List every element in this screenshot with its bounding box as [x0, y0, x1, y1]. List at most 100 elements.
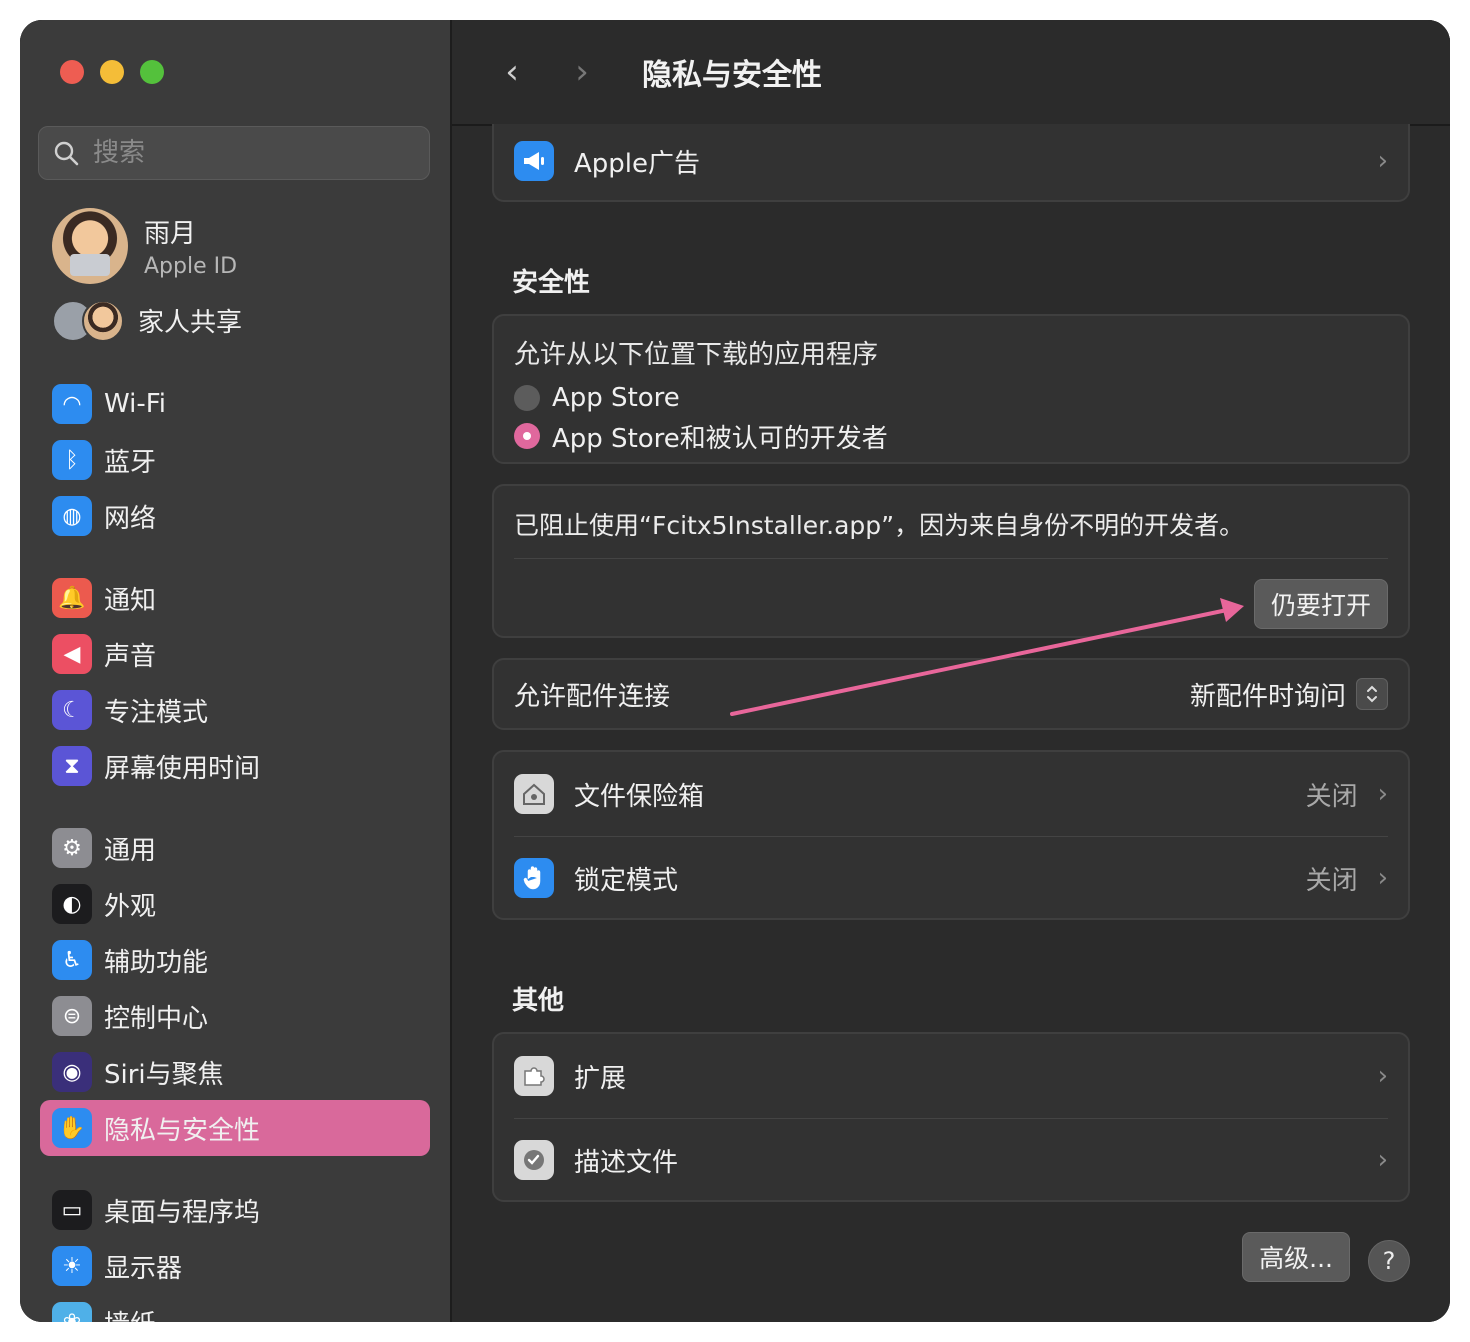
- sidebar-item-label: 声音: [104, 641, 157, 672]
- sidebar-item-label: 墙纸: [104, 1304, 156, 1323]
- hourglass-icon: ⧗: [52, 746, 92, 786]
- accessory-card: 允许配件连接 新配件时询问: [492, 658, 1410, 730]
- sidebar-item-label: 外观: [104, 891, 157, 922]
- moon-icon: ☾: [52, 690, 92, 730]
- house-lock-icon: [514, 774, 554, 814]
- search-input[interactable]: [91, 137, 395, 169]
- radio-button[interactable]: [514, 385, 540, 411]
- zoom-button[interactable]: [140, 60, 164, 84]
- sidebar-item-label: 隐私与安全性: [104, 1115, 261, 1146]
- radio-app-store-identified[interactable]: App Store和被认可的开发者: [514, 417, 1388, 455]
- sidebar-item-label: 控制中心: [104, 1003, 209, 1034]
- accessory-value: 新配件时询问: [1189, 681, 1346, 712]
- filevault-value: 关闭: [1305, 781, 1358, 812]
- radio-app-store[interactable]: App Store: [514, 379, 1388, 417]
- sidebar-item-sun[interactable]: ☀ 显示器: [40, 1238, 430, 1294]
- advanced-button[interactable]: 高级...: [1242, 1232, 1350, 1282]
- sidebar-item-label: Wi-Fi: [104, 389, 167, 419]
- sidebar-item-hand[interactable]: ✋ 隐私与安全性: [40, 1100, 430, 1156]
- sidebar-item-label: 屏幕使用时间: [104, 753, 261, 784]
- sidebar-item-family-sharing[interactable]: 家人共享: [52, 300, 243, 342]
- sidebar-item-speaker[interactable]: ◀ 声音: [40, 626, 430, 682]
- apple-ads-label: Apple广告: [574, 148, 701, 179]
- sidebar-item-toggles[interactable]: ⊜ 控制中心: [40, 988, 430, 1044]
- chevron-up-down-icon[interactable]: [1356, 678, 1388, 710]
- sidebar-item-wifi[interactable]: ◠ Wi-Fi: [40, 376, 430, 432]
- globe-icon: ◍: [52, 496, 92, 536]
- forward-button[interactable]: ›: [562, 52, 602, 92]
- radio-button-selected[interactable]: [514, 423, 540, 449]
- radio-label: App Store和被认可的开发者: [552, 423, 888, 454]
- apple-ads-row[interactable]: Apple广告 ›: [494, 124, 1408, 198]
- sidebar-item-hourglass[interactable]: ⧗ 屏幕使用时间: [40, 738, 430, 794]
- sidebar-item-label: 显示器: [104, 1253, 183, 1284]
- blocked-app-message: 已阻止使用“Fcitx5Installer.app”，因为来自身份不明的开发者。: [514, 511, 1245, 540]
- accessory-popup[interactable]: 新配件时询问: [1190, 676, 1388, 713]
- sidebar-item-globe[interactable]: ◍ 网络: [40, 488, 430, 544]
- download-source-heading: 允许从以下位置下载的应用程序: [514, 340, 879, 370]
- sidebar-item-bell[interactable]: 🔔 通知: [40, 570, 430, 626]
- open-anyway-button[interactable]: 仍要打开: [1253, 579, 1388, 629]
- sidebar-item-label: 通用: [104, 835, 157, 866]
- extensions-label: 扩展: [574, 1063, 627, 1094]
- sidebar-item-siri[interactable]: ◉ Siri与聚焦: [40, 1044, 430, 1100]
- filevault-row[interactable]: 文件保险箱 关闭 ›: [494, 752, 1408, 836]
- family-label: 家人共享: [138, 307, 243, 338]
- accessory-label: 允许配件连接: [514, 681, 671, 712]
- filevault-label: 文件保险箱: [574, 781, 705, 812]
- main-pane: ‹ › 隐私与安全性 Apple广告 › 安全性 允许从以下位置下载的应用程序 …: [452, 20, 1450, 1322]
- filevault-lockdown-card: 文件保险箱 关闭 › 锁定模式 关闭 ›: [492, 750, 1410, 920]
- wifi-icon: ◠: [52, 384, 92, 424]
- sidebar-item-bluetooth[interactable]: ᛒ 蓝牙: [40, 432, 430, 488]
- profile-subtitle: Apple ID: [144, 254, 238, 279]
- sidebar-item-moon[interactable]: ☾ 专注模式: [40, 682, 430, 738]
- apple-id-profile[interactable]: 雨月 Apple ID: [52, 208, 237, 284]
- sidebar: 雨月 Apple ID 家人共享 ◠ Wi-Fi ᛒ 蓝牙 ◍ 网络 🔔 通知 ◀ 声音 ☾ 专注模式…: [20, 20, 452, 1322]
- puzzle-icon: [514, 1056, 554, 1096]
- window-controls: [60, 60, 164, 84]
- wallpaper-icon: ❀: [52, 1302, 92, 1322]
- sidebar-item-wallpaper[interactable]: ❀ 墙纸: [40, 1294, 430, 1322]
- accessibility-icon: ♿: [52, 940, 92, 980]
- close-button[interactable]: [60, 60, 84, 84]
- other-card: 扩展 › 描述文件 ›: [492, 1032, 1410, 1202]
- bell-icon: 🔔: [52, 578, 92, 618]
- extensions-row[interactable]: 扩展 ›: [494, 1034, 1408, 1118]
- toolbar: ‹ › 隐私与安全性: [452, 20, 1450, 126]
- sidebar-item-label: 网络: [104, 503, 157, 534]
- lockdown-row[interactable]: 锁定模式 关闭 ›: [494, 836, 1408, 920]
- search-icon: [54, 141, 79, 166]
- settings-window: 雨月 Apple ID 家人共享 ◠ Wi-Fi ᛒ 蓝牙 ◍ 网络 🔔 通知 ◀ 声音 ☾ 专注模式…: [20, 20, 1450, 1322]
- chevron-right-icon: ›: [1377, 863, 1388, 893]
- appearance-icon: ◐: [52, 884, 92, 924]
- profile-name: 雨月: [144, 219, 197, 249]
- checkmark-seal-icon: [514, 1140, 554, 1180]
- speaker-icon: ◀: [52, 634, 92, 674]
- back-button[interactable]: ‹: [492, 52, 532, 92]
- family-avatar-user: [82, 300, 124, 342]
- page-title: 隐私与安全性: [642, 58, 822, 93]
- family-avatars: [52, 300, 124, 342]
- other-section-title: 其他: [512, 986, 565, 1016]
- hand-icon: ✋: [52, 1108, 92, 1148]
- sidebar-item-dock[interactable]: ▭ 桌面与程序坞: [40, 1182, 430, 1238]
- sun-icon: ☀: [52, 1246, 92, 1286]
- sidebar-item-accessibility[interactable]: ♿ 辅助功能: [40, 932, 430, 988]
- help-button[interactable]: ?: [1368, 1240, 1410, 1282]
- avatar: [52, 208, 128, 284]
- sidebar-item-label: 通知: [104, 585, 157, 616]
- profiles-label: 描述文件: [574, 1147, 679, 1178]
- sidebar-item-appearance[interactable]: ◐ 外观: [40, 876, 430, 932]
- search-box[interactable]: [38, 126, 430, 180]
- sidebar-item-label: Siri与聚焦: [104, 1059, 224, 1090]
- security-section-title: 安全性: [512, 268, 591, 298]
- sidebar-item-gear[interactable]: ⚙ 通用: [40, 820, 430, 876]
- minimize-button[interactable]: [100, 60, 124, 84]
- accessory-row: 允许配件连接 新配件时询问: [494, 660, 1408, 728]
- toggles-icon: ⊜: [52, 996, 92, 1036]
- sidebar-item-label: 桌面与程序坞: [104, 1197, 261, 1228]
- profiles-row[interactable]: 描述文件 ›: [494, 1118, 1408, 1202]
- dock-icon: ▭: [52, 1190, 92, 1230]
- lockdown-value: 关闭: [1305, 865, 1358, 896]
- radio-label: App Store: [552, 383, 680, 413]
